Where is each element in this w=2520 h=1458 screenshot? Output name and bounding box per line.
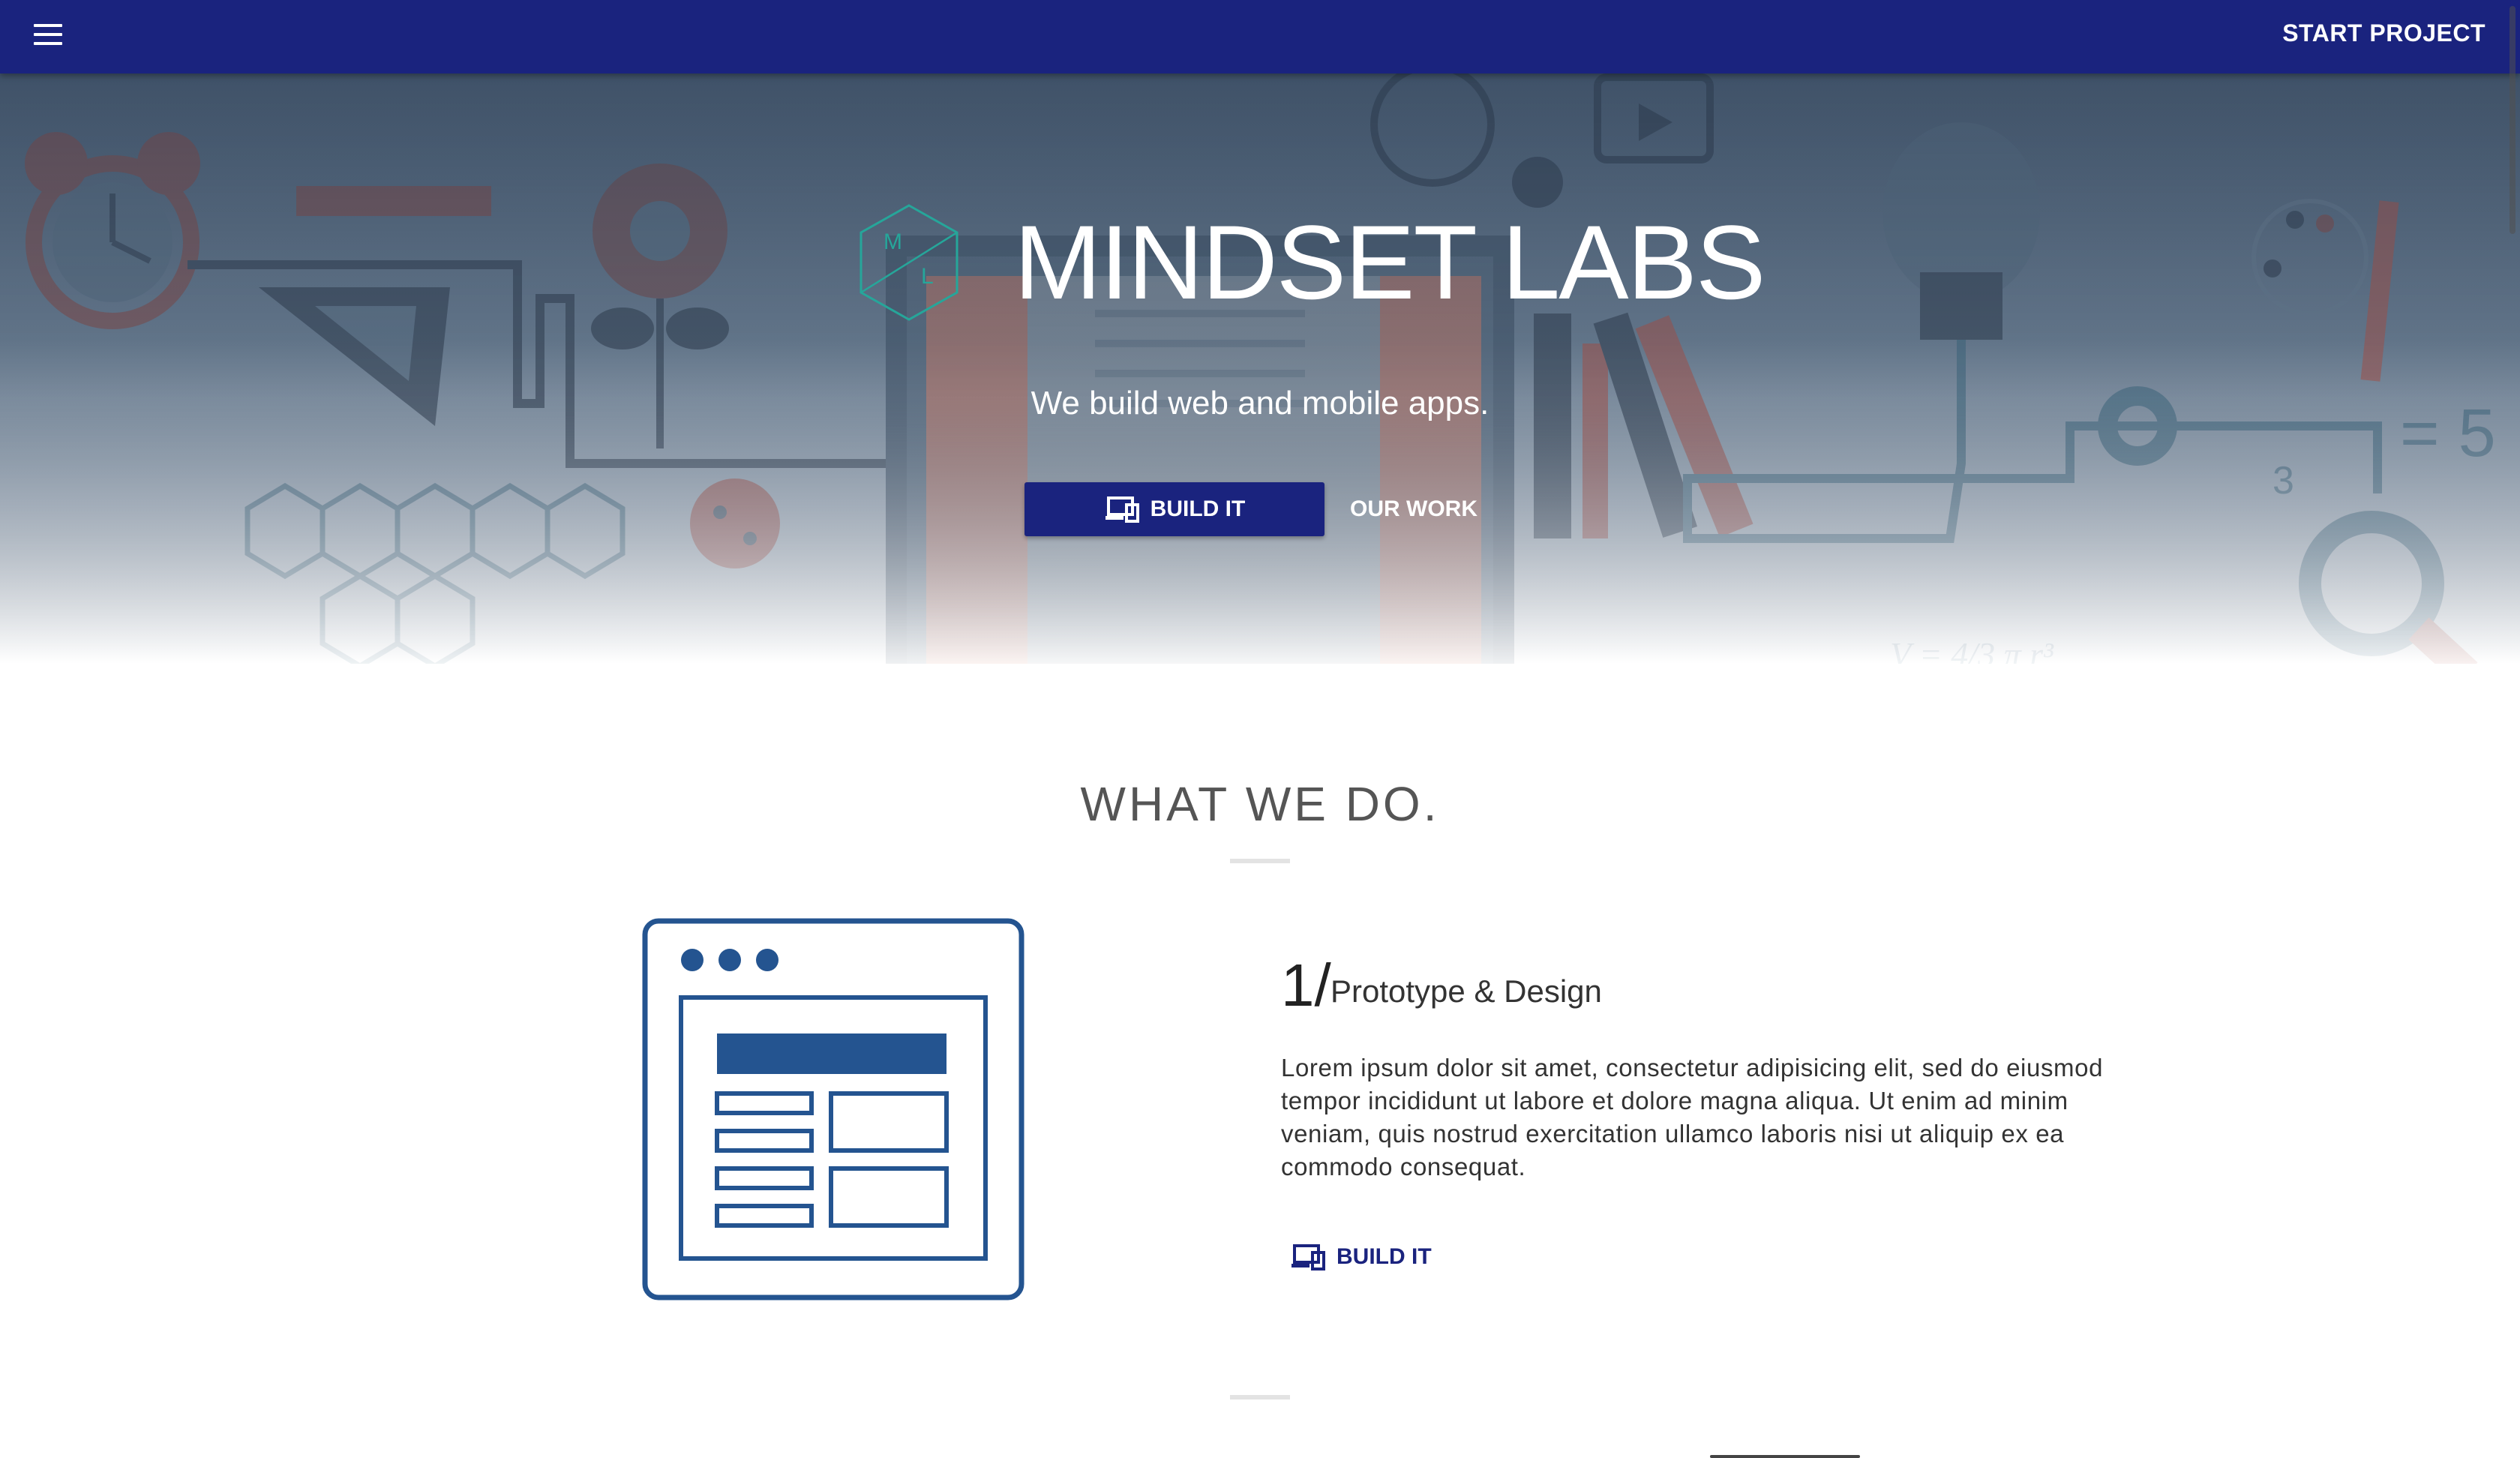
hero-section: = 5 3 V = 4/3 π r³ M L MINDSET LABS We b… [0,74,2520,664]
feature-title: Prototype & Design [1330,974,1602,1009]
feature-build-it-label: BUILD IT [1336,1244,1432,1269]
top-navbar: START PROJECT [0,0,2520,74]
next-section-edge [1710,1455,1860,1458]
section-divider [1230,1395,1290,1400]
devices-icon [1292,1244,1325,1270]
hamburger-menu-icon[interactable] [30,16,69,56]
our-work-button[interactable]: OUR WORK [1342,482,1485,536]
brand-title: MINDSET LABS [1014,203,1766,321]
build-it-button[interactable]: BUILD IT [1024,482,1324,536]
page-scrollbar[interactable] [2505,0,2520,1458]
what-we-do-heading: WHAT WE DO. [1080,777,1440,831]
devices-icon [1105,496,1139,523]
logo-letter-l: L [921,264,934,289]
logo-letter-m: M [884,230,902,254]
build-it-label: BUILD IT [1150,496,1246,521]
hero-tagline: We build web and mobile apps. [1030,385,1490,422]
hero-background-illustration: = 5 3 V = 4/3 π r³ [0,74,2520,664]
scrollbar-thumb[interactable] [2510,6,2516,234]
section-divider [1230,859,1290,863]
start-project-link[interactable]: START PROJECT [2282,20,2486,50]
feature-build-it-link[interactable]: BUILD IT [1290,1234,1455,1280]
brand-block: M L MINDSET LABS [856,202,1766,330]
feature-description: Lorem ipsum dolor sit amet, consectetur … [1281,1054,2104,1180]
browser-wireframe-icon [642,918,1024,1300]
hexagon-logo-icon: M L [860,204,958,321]
feature-number: 1/ [1281,952,1331,1018]
